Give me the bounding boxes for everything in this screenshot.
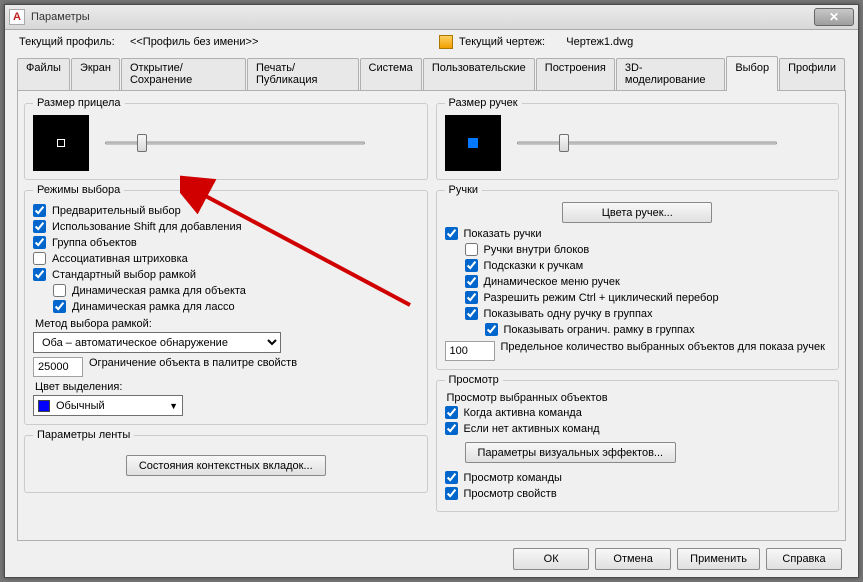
- selection-modes-group: Режимы выбора Предварительный выбор Испо…: [24, 184, 428, 425]
- window-method-label: Метод выбора рамкой:: [35, 318, 419, 330]
- close-button[interactable]: ✕: [814, 8, 854, 26]
- grip-slider[interactable]: [517, 132, 777, 154]
- tab-profiles[interactable]: Профили: [779, 58, 845, 90]
- check-when-cmd-active[interactable]: [445, 406, 458, 419]
- check-bounding-groups[interactable]: [485, 323, 498, 336]
- tab-plot[interactable]: Печать/Публикация: [247, 58, 359, 90]
- check-show-grips[interactable]: [445, 227, 458, 240]
- left-column: Размер прицела Режимы выбора Предварител…: [24, 97, 428, 534]
- drawing-icon: [439, 35, 453, 49]
- ribbon-group: Параметры ленты Состояния контекстных вк…: [24, 429, 428, 493]
- grip-preview: [445, 115, 501, 171]
- check-when-no-cmd[interactable]: [445, 422, 458, 435]
- pickbox-size-legend: Размер прицела: [33, 97, 125, 109]
- profile-row: Текущий профиль: <<Профиль без имени>> Т…: [5, 30, 858, 54]
- tab-system[interactable]: Система: [360, 58, 422, 90]
- preview-legend: Просмотр: [445, 374, 503, 386]
- check-preselect[interactable]: [33, 204, 46, 217]
- grips-group: Ручки Цвета ручек... Показать ручки Ручк…: [436, 184, 840, 370]
- check-preview-cmd[interactable]: [445, 471, 458, 484]
- check-group-objects[interactable]: [33, 236, 46, 249]
- grip-size-group: Размер ручек: [436, 97, 840, 180]
- check-assoc-hatch[interactable]: [33, 252, 46, 265]
- selection-modes-legend: Режимы выбора: [33, 184, 124, 196]
- current-profile-label: Текущий профиль:: [19, 36, 115, 48]
- selection-color-combo[interactable]: Обычный ▼: [33, 395, 183, 416]
- contextual-tab-states-button[interactable]: Состояния контекстных вкладок...: [126, 455, 326, 476]
- grip-limit-label: Предельное количество выбранных объектов…: [501, 341, 831, 353]
- check-single-grip-groups[interactable]: [465, 307, 478, 320]
- check-dyn-grip-menu[interactable]: [465, 275, 478, 288]
- ok-button[interactable]: ОК: [513, 548, 589, 570]
- titlebar: A Параметры ✕: [5, 5, 858, 30]
- grip-limit-input[interactable]: [445, 341, 495, 361]
- current-drawing-value: Чертеж1.dwg: [566, 36, 633, 48]
- grip-colors-button[interactable]: Цвета ручек...: [562, 202, 712, 223]
- window-title: Параметры: [31, 11, 814, 23]
- tab-open-save[interactable]: Открытие/Сохранение: [121, 58, 246, 90]
- preview-group: Просмотр Просмотр выбранных объектов Ког…: [436, 374, 840, 512]
- check-preview-props[interactable]: [445, 487, 458, 500]
- pickbox-size-group: Размер прицела: [24, 97, 428, 180]
- check-std-frame[interactable]: [33, 268, 46, 281]
- cancel-button[interactable]: Отмена: [595, 548, 671, 570]
- tab-drafting[interactable]: Построения: [536, 58, 615, 90]
- tab-content: Размер прицела Режимы выбора Предварител…: [17, 91, 846, 541]
- tab-files[interactable]: Файлы: [17, 58, 70, 90]
- grips-legend: Ручки: [445, 184, 483, 196]
- app-icon: A: [9, 9, 25, 25]
- prop-limit-label: Ограничение объекта в палитре свойств: [89, 357, 419, 369]
- current-drawing-label: Текущий чертеж:: [459, 36, 545, 48]
- check-grips-in-blocks[interactable]: [465, 243, 478, 256]
- current-profile-value: <<Профиль без имени>>: [130, 36, 258, 48]
- check-dyn-frame-object[interactable]: [53, 284, 66, 297]
- ribbon-legend: Параметры ленты: [33, 429, 134, 441]
- chevron-down-icon: ▼: [169, 401, 178, 411]
- pickbox-slider[interactable]: [105, 132, 365, 154]
- check-grip-tips[interactable]: [465, 259, 478, 272]
- preview-sub-label: Просмотр выбранных объектов: [447, 392, 831, 404]
- check-shift-add[interactable]: [33, 220, 46, 233]
- check-ctrl-cycling[interactable]: [465, 291, 478, 304]
- window-method-combo[interactable]: Оба – автоматическое обнаружение: [33, 332, 281, 353]
- grip-size-legend: Размер ручек: [445, 97, 522, 109]
- tab-display[interactable]: Экран: [71, 58, 120, 90]
- tab-user[interactable]: Пользовательские: [423, 58, 535, 90]
- visual-effects-button[interactable]: Параметры визуальных эффектов...: [465, 442, 677, 463]
- prop-limit-input[interactable]: [33, 357, 83, 377]
- options-window: A Параметры ✕ Текущий профиль: <<Профиль…: [4, 4, 859, 578]
- tab-selection[interactable]: Выбор: [726, 56, 778, 90]
- selection-color-label: Цвет выделения:: [35, 381, 419, 393]
- color-swatch: [38, 400, 50, 412]
- pickbox-preview: [33, 115, 89, 171]
- tab-strip: Файлы Экран Открытие/Сохранение Печать/П…: [17, 56, 846, 91]
- check-dyn-frame-lasso[interactable]: [53, 300, 66, 313]
- help-button[interactable]: Справка: [766, 548, 842, 570]
- right-column: Размер ручек Ручки Цвета ручек... Показа…: [436, 97, 840, 534]
- apply-button[interactable]: Применить: [677, 548, 760, 570]
- dialog-footer: ОК Отмена Применить Справка: [5, 541, 858, 577]
- tab-3d[interactable]: 3D-моделирование: [616, 58, 725, 90]
